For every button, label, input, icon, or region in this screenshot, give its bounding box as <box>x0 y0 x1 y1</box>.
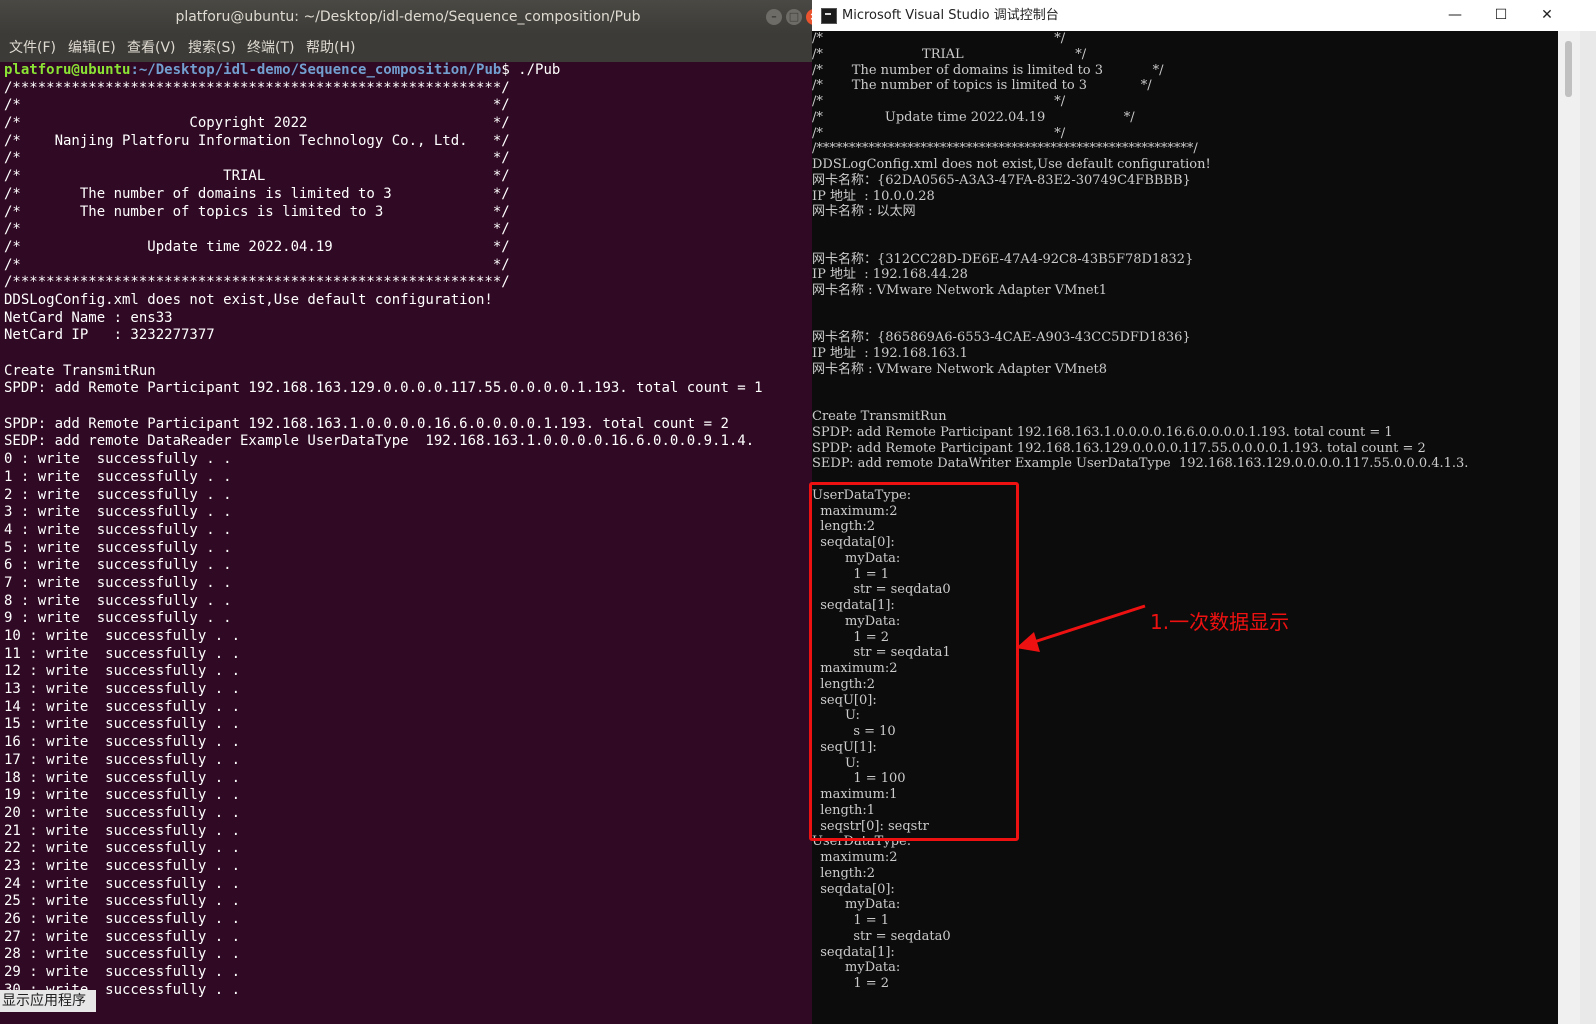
annotation-label: 1.一次数据显示 <box>1150 610 1290 634</box>
annotation-arrow-icon <box>1016 604 1146 652</box>
